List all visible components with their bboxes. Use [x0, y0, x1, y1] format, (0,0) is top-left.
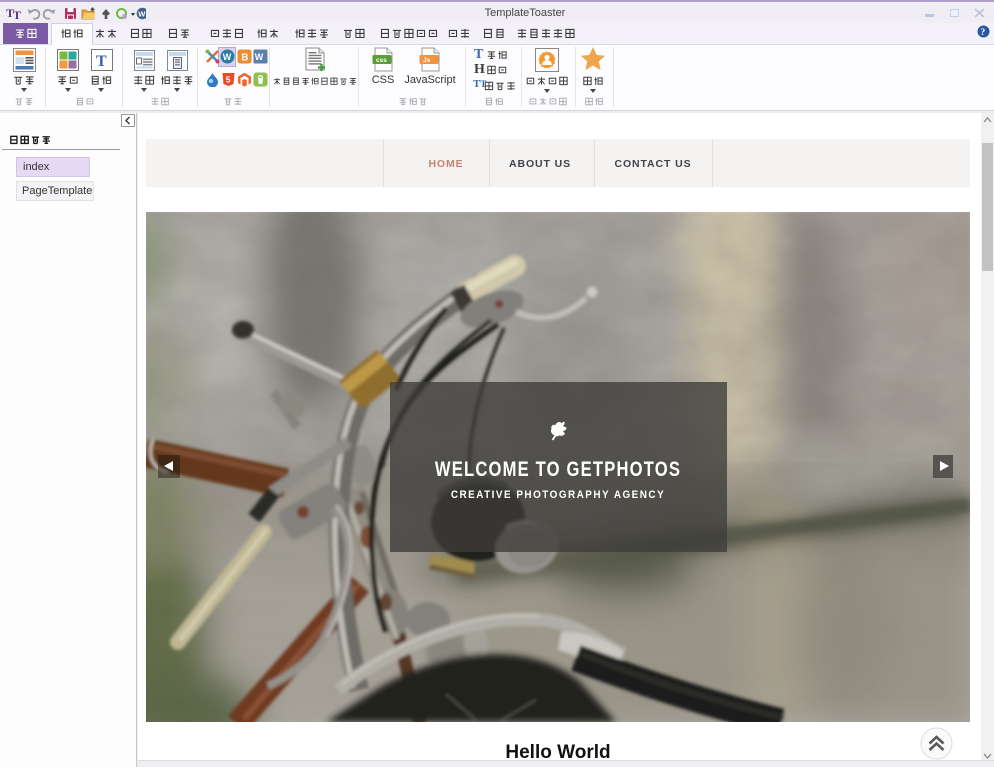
svg-text:T: T — [96, 53, 107, 70]
svg-text:W: W — [138, 9, 146, 18]
svg-text:W: W — [255, 52, 264, 62]
svg-text:B: B — [241, 53, 248, 64]
svg-text:?: ? — [981, 28, 986, 38]
svg-text:css: css — [376, 57, 387, 64]
svg-text:W: W — [223, 52, 232, 62]
svg-text:5: 5 — [226, 75, 231, 85]
svg-text:T: T — [13, 8, 21, 21]
svg-text:Js: Js — [423, 57, 431, 64]
